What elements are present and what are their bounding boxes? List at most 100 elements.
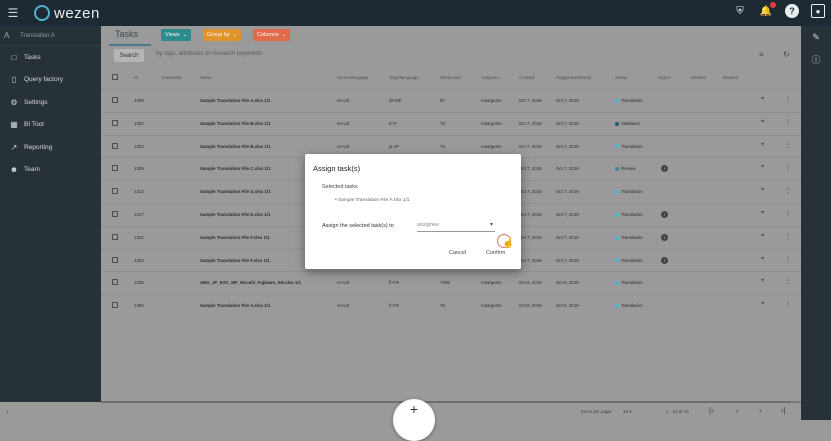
first-page-icon[interactable]: |‹: [709, 406, 714, 415]
expand-icon[interactable]: ⌖: [761, 164, 764, 171]
row-checkbox[interactable]: [112, 279, 118, 286]
row-checkbox[interactable]: [112, 233, 118, 240]
cell-wc: 75: [440, 143, 445, 149]
row-checkbox[interactable]: [112, 211, 118, 217]
sidebar-item-query-factory[interactable]: ▯ Query factory: [0, 69, 101, 92]
table-row[interactable]: 1350 Sample Translation File X.xlsx 1/1 en…: [101, 294, 801, 317]
cancel-button[interactable]: Cancel: [449, 250, 466, 256]
sidebar-item-team[interactable]: ☻ Team: [0, 159, 101, 182]
plus-icon: +: [409, 401, 419, 417]
help-icon[interactable]: ?: [785, 4, 799, 18]
expand-icon[interactable]: ⌖: [761, 210, 764, 217]
scrollbar-thumb[interactable]: [101, 401, 791, 403]
expand-icon[interactable]: ⌖: [761, 96, 764, 103]
more-vert-icon[interactable]: ⋮: [785, 96, 791, 103]
col-status[interactable]: Status: [615, 75, 627, 80]
col-target-language[interactable]: Targetlanguage: [389, 75, 419, 80]
search-input[interactable]: by tags, attributes or research keywords: [156, 51, 262, 57]
row-checkbox[interactable]: [112, 142, 118, 149]
expand-icon[interactable]: ⌖: [761, 278, 764, 285]
expand-icon[interactable]: ⌖: [761, 187, 764, 194]
horizontal-scrollbar[interactable]: [101, 401, 801, 403]
assign-tasks-dialog: Assign task(s) Selected tasks • Sample T…: [305, 154, 521, 269]
urgent-icon: !: [661, 211, 668, 218]
row-checkbox[interactable]: [112, 188, 118, 195]
columns-dropdown[interactable]: Columns ⌄: [253, 29, 291, 41]
col-name[interactable]: Name: [200, 75, 211, 80]
next-page-icon[interactable]: ›: [759, 406, 762, 415]
filter-list-icon[interactable]: ≡: [759, 50, 764, 59]
more-vert-icon[interactable]: ⋮: [785, 301, 791, 308]
col-deleted[interactable]: Deleted: [691, 75, 706, 80]
sidebar-item-reporting[interactable]: ↗ Reporting: [0, 136, 101, 159]
prev-page-icon[interactable]: ‹: [736, 406, 739, 415]
cell-name: Sample Translation File E.xlsx 1/1: [200, 212, 271, 217]
assign-to-label: Assign the selected task(s) to: [322, 223, 394, 229]
group-by-dropdown[interactable]: Group by ⌄: [203, 29, 242, 41]
col-external-id[interactable]: ExternalId: [162, 75, 181, 80]
more-vert-icon[interactable]: ⋮: [785, 164, 791, 171]
mouse-cursor-icon: ☝: [502, 238, 515, 249]
app-logo[interactable]: wezen: [34, 5, 100, 22]
last-page-icon[interactable]: ›|: [781, 406, 786, 415]
expand-icon[interactable]: ⌖: [761, 119, 764, 126]
expand-icon[interactable]: ⌖: [761, 256, 764, 263]
shield-icon[interactable]: ⛨: [733, 4, 747, 18]
notifications-icon[interactable]: 🔔: [759, 2, 776, 18]
col-suggested-delivery[interactable]: Suggesteddelivery: [556, 75, 591, 80]
col-urgent[interactable]: Urgent: [658, 75, 671, 80]
status-label: Validation: [621, 120, 640, 126]
project-selector[interactable]: A Translation A: [0, 26, 101, 46]
sidebar-item-label: Reporting: [24, 143, 53, 151]
col-assignee[interactable]: Assignee ↓: [481, 75, 502, 80]
col-created[interactable]: Created: [519, 75, 534, 80]
col-blocked[interactable]: Blocked: [723, 75, 738, 80]
select-all-checkbox[interactable]: [112, 74, 118, 80]
more-vert-icon[interactable]: ⋮: [785, 256, 791, 263]
views-dropdown[interactable]: Views ⌄: [161, 29, 192, 41]
collapse-sidebar-button[interactable]: ‹: [0, 402, 101, 420]
assign-user-icon[interactable]: ✎: [801, 26, 831, 48]
table-row[interactable]: 1300 Sample Translation File B.xlsx 1/1 en…: [101, 111, 801, 135]
assignee-select[interactable]: assignee ▾: [417, 220, 495, 232]
expand-icon[interactable]: ⌖: [761, 142, 764, 149]
folder-icon: □: [11, 52, 17, 62]
sidebar-item-settings[interactable]: ⚙ Settings: [0, 91, 101, 114]
search-button[interactable]: Search: [114, 49, 144, 62]
col-id[interactable]: Id: [134, 75, 138, 80]
more-vert-icon[interactable]: ⋮: [785, 187, 791, 194]
expand-icon[interactable]: ⌖: [761, 301, 764, 308]
status-label: Translation: [621, 98, 643, 103]
more-vert-icon[interactable]: ⋮: [785, 142, 791, 149]
row-checkbox[interactable]: [112, 256, 118, 263]
user-menu-icon[interactable]: ●: [811, 4, 825, 18]
more-vert-icon[interactable]: ⋮: [785, 278, 791, 285]
row-checkbox[interactable]: [112, 97, 118, 103]
row-checkbox[interactable]: [112, 119, 118, 126]
assignee-placeholder: assignee: [417, 222, 440, 228]
add-fab-button[interactable]: +: [393, 399, 435, 441]
logo-icon: [34, 5, 50, 21]
items-per-page-select[interactable]: 10 ▾: [623, 409, 632, 415]
refresh-icon[interactable]: ↻: [783, 50, 790, 59]
pagination-bar: Items per page: 10 ▾ 1 - 10 of 16 |‹ ‹ ›…: [101, 401, 801, 420]
row-checkbox[interactable]: [112, 165, 118, 172]
table-row[interactable]: 1299 Sample Translation File A.xlsx 1/1 en…: [101, 89, 801, 112]
gear-icon: ⚙: [10, 97, 18, 107]
info-icon[interactable]: ⓘ: [801, 48, 831, 70]
cell-status: Translation: [615, 144, 643, 149]
sidebar-item-tasks[interactable]: □ Tasks: [0, 46, 101, 69]
cell-assignee: msargento: [481, 303, 502, 309]
more-vert-icon[interactable]: ⋮: [785, 210, 791, 217]
col-wordcount[interactable]: Wordcount: [440, 75, 461, 80]
col-source-language[interactable]: Sourcelanguage: [337, 75, 368, 80]
tab-tasks[interactable]: Tasks: [115, 29, 138, 39]
more-vert-icon[interactable]: ⋮: [785, 119, 791, 126]
confirm-button[interactable]: Confirm: [486, 250, 505, 256]
hamburger-menu-icon[interactable]: ☰: [2, 6, 24, 20]
expand-icon[interactable]: ⌖: [761, 233, 764, 240]
row-checkbox[interactable]: [112, 302, 118, 309]
sidebar-item-bi-tool[interactable]: ▦ BI Tool: [0, 114, 101, 137]
more-vert-icon[interactable]: ⋮: [785, 233, 791, 240]
table-row[interactable]: 1335 ABU_JP_EXC_MF_Hiroshi_Fujiwara_EN.xl…: [101, 271, 801, 294]
